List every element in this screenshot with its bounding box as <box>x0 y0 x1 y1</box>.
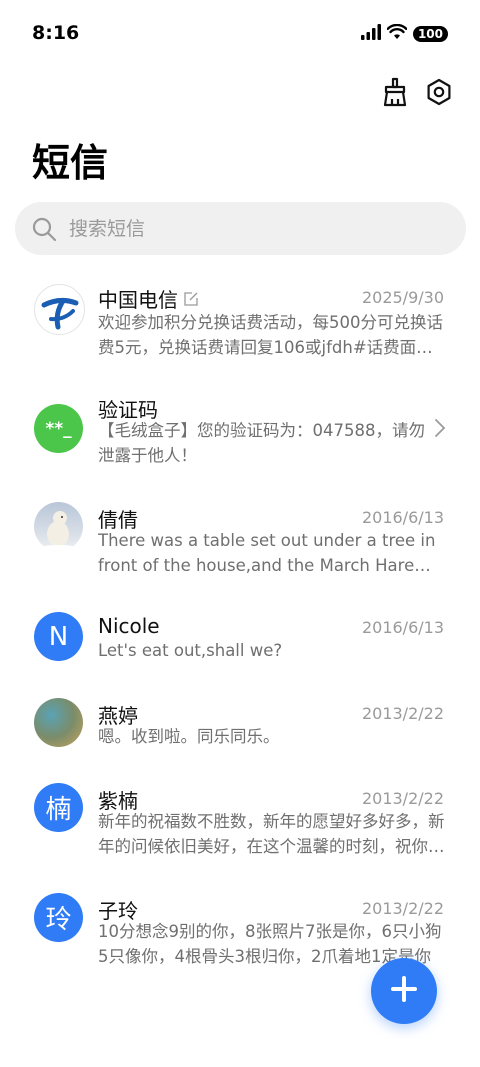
clean-broom-button[interactable] <box>379 77 411 111</box>
message-preview: 【毛绒盒子】您的验证码为：047588，请勿泄露于他人！ <box>98 421 425 465</box>
edit-note-icon <box>184 287 198 311</box>
contact-name: 中国电信 <box>98 284 198 313</box>
message-preview: Let's eat out,shall we? <box>98 641 283 660</box>
message-preview: 欢迎参加积分兑换话费活动，每500分可兑换话费5元，兑换话费请回复106或jfd… <box>98 313 443 357</box>
message-date: 2013/2/22 <box>361 704 444 723</box>
conversation-item[interactable]: **_ 验证码 【毛绒盒子】您的验证码为：047588，请勿泄露于他人！ <box>0 388 480 488</box>
message-date: 2013/2/22 <box>361 899 444 918</box>
chevron-right-icon <box>434 418 446 442</box>
signal-icon <box>360 24 381 44</box>
status-time: 8:16 <box>32 22 80 44</box>
message-preview: 新年的祝福数不胜数，新年的愿望好多好多，新年的问候依旧美好，在这个温馨的时刻，祝… <box>98 812 445 856</box>
scenery-photo <box>34 698 83 747</box>
page-title: 短信 <box>32 141 109 185</box>
china-telecom-logo <box>34 284 85 335</box>
settings-button[interactable] <box>423 78 455 110</box>
conversation-item[interactable]: 中国电信 2025/9/30 欢迎参加积分兑换话费活动，每500分可兑换话费5元… <box>0 278 480 378</box>
message-date: 2016/6/13 <box>361 508 444 527</box>
status-bar: 8:16 100 <box>0 0 480 64</box>
new-message-button[interactable] <box>371 958 437 1024</box>
contact-name: Nicole <box>98 614 160 638</box>
message-date: 2025/9/30 <box>361 288 444 307</box>
message-preview: 嗯。收到啦。同乐同乐。 <box>98 727 280 746</box>
polar-bear-photo <box>34 502 83 551</box>
message-date: 2013/2/22 <box>361 789 444 808</box>
avatar: **_ <box>34 404 83 453</box>
avatar: 楠 <box>34 783 83 832</box>
message-preview: There was a table set out under a tree i… <box>98 531 436 575</box>
status-icons: 100 <box>360 23 448 44</box>
conversation-item[interactable]: N Nicole 2016/6/13 Let's eat out,shall w… <box>0 608 480 708</box>
search-bar[interactable] <box>15 202 466 255</box>
conversation-item[interactable]: 倩倩 2016/6/13 There was a table set out u… <box>0 498 480 598</box>
search-icon <box>31 216 57 242</box>
avatar: 玲 <box>34 893 83 942</box>
message-date: 2016/6/13 <box>361 618 444 637</box>
gear-icon <box>425 78 453 110</box>
avatar: N <box>34 612 83 661</box>
wifi-icon <box>386 23 408 44</box>
conversation-item[interactable]: 楠 紫楠 2013/2/22 新年的祝福数不胜数，新年的愿望好多好多，新年的问候… <box>0 779 480 879</box>
battery-icon: 100 <box>412 26 448 42</box>
plus-icon <box>389 974 419 1008</box>
broom-icon <box>381 77 409 111</box>
search-input[interactable] <box>67 216 431 241</box>
